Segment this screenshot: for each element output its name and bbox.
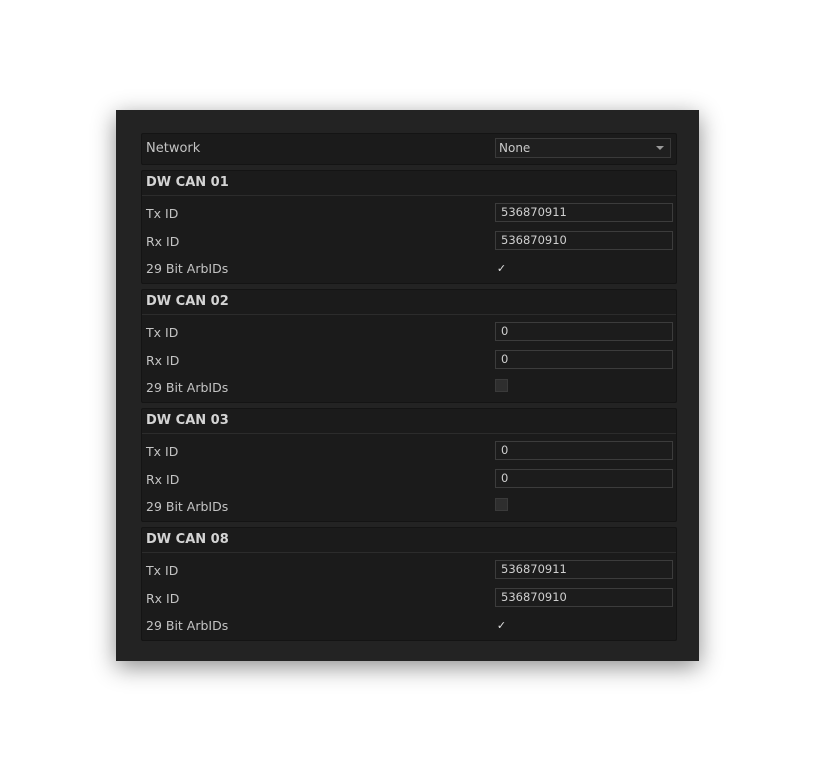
tx-id-input[interactable]: 536870911 — [495, 560, 673, 579]
network-row: Network None — [141, 133, 677, 165]
group-title: DW CAN 01 — [146, 175, 229, 190]
group-title: DW CAN 08 — [146, 532, 229, 547]
bit-arbids-checkbox[interactable]: ✓ — [495, 619, 508, 632]
rx-id-label: Rx ID — [146, 353, 180, 368]
chevron-down-icon — [656, 146, 664, 150]
rx-id-input[interactable]: 536870910 — [495, 231, 673, 250]
bit-arbids-label: 29 Bit ArbIDs — [146, 261, 229, 276]
bit-arbids-checkbox[interactable]: ✓ — [495, 262, 508, 275]
tx-id-label: Tx ID — [146, 444, 179, 459]
group-title: DW CAN 03 — [146, 413, 229, 428]
can-group: DW CAN 02 Tx ID 0 Rx ID 0 29 Bit ArbIDs — [141, 289, 677, 403]
checkmark-icon: ✓ — [496, 262, 507, 275]
rx-id-label: Rx ID — [146, 591, 180, 606]
network-selected-value: None — [499, 141, 531, 155]
rx-id-input[interactable]: 0 — [495, 350, 673, 369]
bit-arbids-checkbox[interactable] — [495, 379, 508, 392]
tx-id-input[interactable]: 0 — [495, 322, 673, 341]
rx-id-label: Rx ID — [146, 472, 180, 487]
group-divider — [142, 314, 676, 315]
tx-id-label: Tx ID — [146, 206, 179, 221]
group-divider — [142, 195, 676, 196]
tx-id-label: Tx ID — [146, 563, 179, 578]
bit-arbids-label: 29 Bit ArbIDs — [146, 380, 229, 395]
bit-arbids-checkbox[interactable] — [495, 498, 508, 511]
tx-id-label: Tx ID — [146, 325, 179, 340]
can-group: DW CAN 08 Tx ID 536870911 Rx ID 53687091… — [141, 527, 677, 641]
can-group: DW CAN 01 Tx ID 536870911 Rx ID 53687091… — [141, 170, 677, 284]
tx-id-input[interactable]: 536870911 — [495, 203, 673, 222]
group-divider — [142, 552, 676, 553]
network-dropdown[interactable]: None — [495, 138, 671, 158]
group-title: DW CAN 02 — [146, 294, 229, 309]
network-label: Network — [146, 141, 201, 156]
tx-id-input[interactable]: 0 — [495, 441, 673, 460]
bit-arbids-label: 29 Bit ArbIDs — [146, 618, 229, 633]
rx-id-input[interactable]: 536870910 — [495, 588, 673, 607]
checkmark-icon: ✓ — [496, 619, 507, 632]
can-group: DW CAN 03 Tx ID 0 Rx ID 0 29 Bit ArbIDs — [141, 408, 677, 522]
group-divider — [142, 433, 676, 434]
rx-id-input[interactable]: 0 — [495, 469, 673, 488]
rx-id-label: Rx ID — [146, 234, 180, 249]
settings-window: Network None DW CAN 01 Tx ID 536870911 R… — [116, 110, 699, 661]
bit-arbids-label: 29 Bit ArbIDs — [146, 499, 229, 514]
